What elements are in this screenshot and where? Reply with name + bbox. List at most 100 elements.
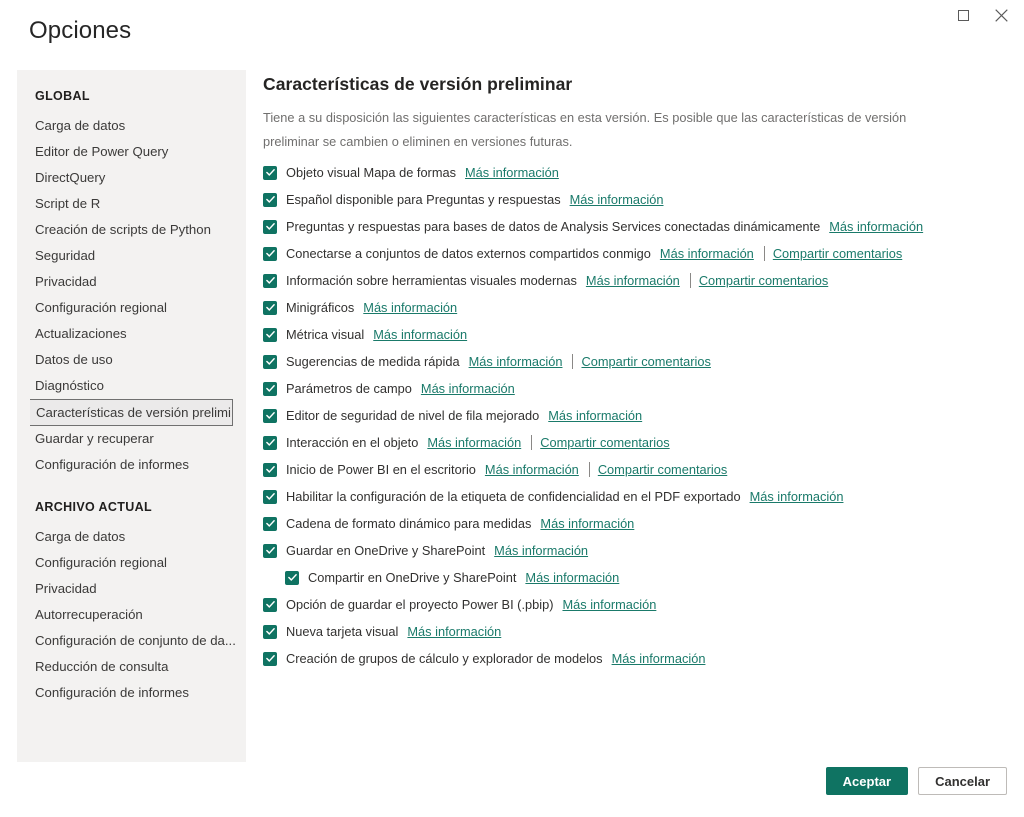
feature-checkbox[interactable]	[263, 354, 277, 369]
sidebar-item-autorrecuperaci-n[interactable]: Autorrecuperación	[17, 602, 246, 628]
link-separator	[588, 462, 590, 477]
page-title: Opciones	[29, 17, 132, 44]
sidebar-item-configuraci-n-de-conjunto-de-da[interactable]: Configuración de conjunto de da...	[17, 628, 246, 654]
sidebar-item-diagn-stico[interactable]: Diagnóstico	[17, 373, 246, 399]
feature-label: Español disponible para Preguntas y resp…	[286, 192, 561, 207]
sidebar-item-datos-de-uso[interactable]: Datos de uso	[17, 347, 246, 373]
feature-label: Métrica visual	[286, 327, 365, 342]
more-info-link[interactable]: Más información	[540, 516, 634, 531]
sidebar-item-directquery[interactable]: DirectQuery	[17, 165, 246, 191]
more-info-link[interactable]: Más información	[586, 273, 680, 288]
more-info-link[interactable]: Más información	[612, 651, 706, 666]
feature-label: Minigráficos	[286, 300, 355, 315]
feature-checkbox[interactable]	[263, 165, 277, 180]
feature-label: Interacción en el objeto	[286, 435, 419, 450]
feature-checkbox[interactable]	[263, 597, 277, 612]
sidebar-item-reducci-n-de-consulta[interactable]: Reducción de consulta	[17, 654, 246, 680]
feature-label: Información sobre herramientas visuales …	[286, 273, 577, 288]
more-info-link[interactable]: Más información	[570, 192, 664, 207]
share-feedback-link[interactable]: Compartir comentarios	[581, 354, 710, 369]
feature-row: Objeto visual Mapa de formas Más informac…	[263, 159, 983, 186]
accept-button[interactable]: Aceptar	[825, 767, 909, 795]
feature-checkbox[interactable]	[285, 570, 299, 585]
feature-checkbox[interactable]	[263, 462, 277, 477]
more-info-link[interactable]: Más información	[469, 354, 563, 369]
more-info-link[interactable]: Más información	[407, 624, 501, 639]
more-info-link[interactable]: Más información	[465, 165, 559, 180]
more-info-link[interactable]: Más información	[750, 489, 844, 504]
section-title: Características de versión preliminar	[263, 74, 573, 94]
sidebar-item-privacidad[interactable]: Privacidad	[17, 576, 246, 602]
sidebar-item-editor-de-power-query[interactable]: Editor de Power Query	[17, 139, 246, 165]
share-feedback-link[interactable]: Compartir comentarios	[598, 462, 727, 477]
sidebar-item-privacidad[interactable]: Privacidad	[17, 269, 246, 295]
more-info-link[interactable]: Más información	[525, 570, 619, 585]
more-info-link[interactable]: Más información	[373, 327, 467, 342]
more-info-link[interactable]: Más información	[829, 219, 923, 234]
feature-checkbox[interactable]	[263, 246, 277, 261]
more-info-link[interactable]: Más información	[494, 543, 588, 558]
share-feedback-link[interactable]: Compartir comentarios	[540, 435, 669, 450]
sidebar-item-configuraci-n-regional[interactable]: Configuración regional	[17, 550, 246, 576]
feature-label: Compartir en OneDrive y SharePoint	[308, 570, 517, 585]
feature-row: Interacción en el objeto Más información C…	[263, 429, 983, 456]
sidebar-item-configuraci-n-de-informes[interactable]: Configuración de informes	[17, 680, 246, 706]
feature-row: Preguntas y respuestas para bases de dat…	[263, 213, 983, 240]
feature-checkbox[interactable]	[263, 192, 277, 207]
share-feedback-link[interactable]: Compartir comentarios	[699, 273, 828, 288]
feature-checkbox[interactable]	[263, 651, 277, 666]
feature-checkbox[interactable]	[263, 327, 277, 342]
cancel-button[interactable]: Cancelar	[918, 767, 1007, 795]
feature-checkbox[interactable]	[263, 624, 277, 639]
sidebar-item-carga-de-datos[interactable]: Carga de datos	[17, 113, 246, 139]
feature-checkbox[interactable]	[263, 543, 277, 558]
link-separator	[689, 273, 691, 288]
more-info-link[interactable]: Más información	[427, 435, 521, 450]
feature-checkbox[interactable]	[263, 408, 277, 423]
main-panel: Características de versión preliminar Ti…	[263, 74, 983, 672]
feature-row: Opción de guardar el proyecto Power BI (…	[263, 591, 983, 618]
sidebar-item-seguridad[interactable]: Seguridad	[17, 243, 246, 269]
feature-row: Español disponible para Preguntas y resp…	[263, 186, 983, 213]
feature-checkbox[interactable]	[263, 381, 277, 396]
more-info-link[interactable]: Más información	[485, 462, 579, 477]
sidebar-item-caracter-sticas-de-versi-n-prelimi[interactable]: Características de versión prelimi...	[30, 399, 233, 426]
feature-label: Conectarse a conjuntos de datos externos…	[286, 246, 651, 261]
feature-row: Sugerencias de medida rápida Más informac…	[263, 348, 983, 375]
sidebar-item-script-de-r[interactable]: Script de R	[17, 191, 246, 217]
sidebar-item-creaci-n-de-scripts-de-python[interactable]: Creación de scripts de Python	[17, 217, 246, 243]
feature-checkbox[interactable]	[263, 273, 277, 288]
more-info-link[interactable]: Más información	[421, 381, 515, 396]
feature-label: Preguntas y respuestas para bases de dat…	[286, 219, 821, 234]
sidebar-item-guardar-y-recuperar[interactable]: Guardar y recuperar	[17, 426, 246, 452]
feature-row: Editor de seguridad de nivel de fila mej…	[263, 402, 983, 429]
feature-row: Métrica visual Más información	[263, 321, 983, 348]
sidebar-item-actualizaciones[interactable]: Actualizaciones	[17, 321, 246, 347]
feature-row: Nueva tarjeta visual Más información	[263, 618, 983, 645]
sidebar-item-configuraci-n-regional[interactable]: Configuración regional	[17, 295, 246, 321]
share-feedback-link[interactable]: Compartir comentarios	[773, 246, 902, 261]
more-info-link[interactable]: Más información	[562, 597, 656, 612]
sidebar-group-header: ARCHIVO ACTUAL	[35, 500, 152, 514]
more-info-link[interactable]: Más información	[660, 246, 754, 261]
feature-row: Compartir en OneDrive y SharePoint Más in…	[263, 564, 983, 591]
window-titlebar	[944, 0, 1024, 30]
maximize-button[interactable]	[944, 1, 982, 29]
feature-checkbox[interactable]	[263, 300, 277, 315]
feature-checkbox[interactable]	[263, 219, 277, 234]
close-button[interactable]	[982, 1, 1020, 29]
link-separator	[531, 435, 533, 450]
feature-row: Cadena de formato dinámico para medidas M…	[263, 510, 983, 537]
feature-checkbox[interactable]	[263, 516, 277, 531]
sidebar-item-carga-de-datos[interactable]: Carga de datos	[17, 524, 246, 550]
feature-row: Parámetros de campo Más información	[263, 375, 983, 402]
sidebar-item-configuraci-n-de-informes[interactable]: Configuración de informes	[17, 452, 246, 478]
feature-label: Guardar en OneDrive y SharePoint	[286, 543, 486, 558]
more-info-link[interactable]: Más información	[548, 408, 642, 423]
feature-checkbox[interactable]	[263, 435, 277, 450]
section-description: Tiene a su disposición las siguientes ca…	[263, 110, 907, 149]
more-info-link[interactable]: Más información	[363, 300, 457, 315]
feature-checkbox[interactable]	[263, 489, 277, 504]
close-icon	[994, 8, 1008, 22]
feature-label: Cadena de formato dinámico para medidas	[286, 516, 532, 531]
